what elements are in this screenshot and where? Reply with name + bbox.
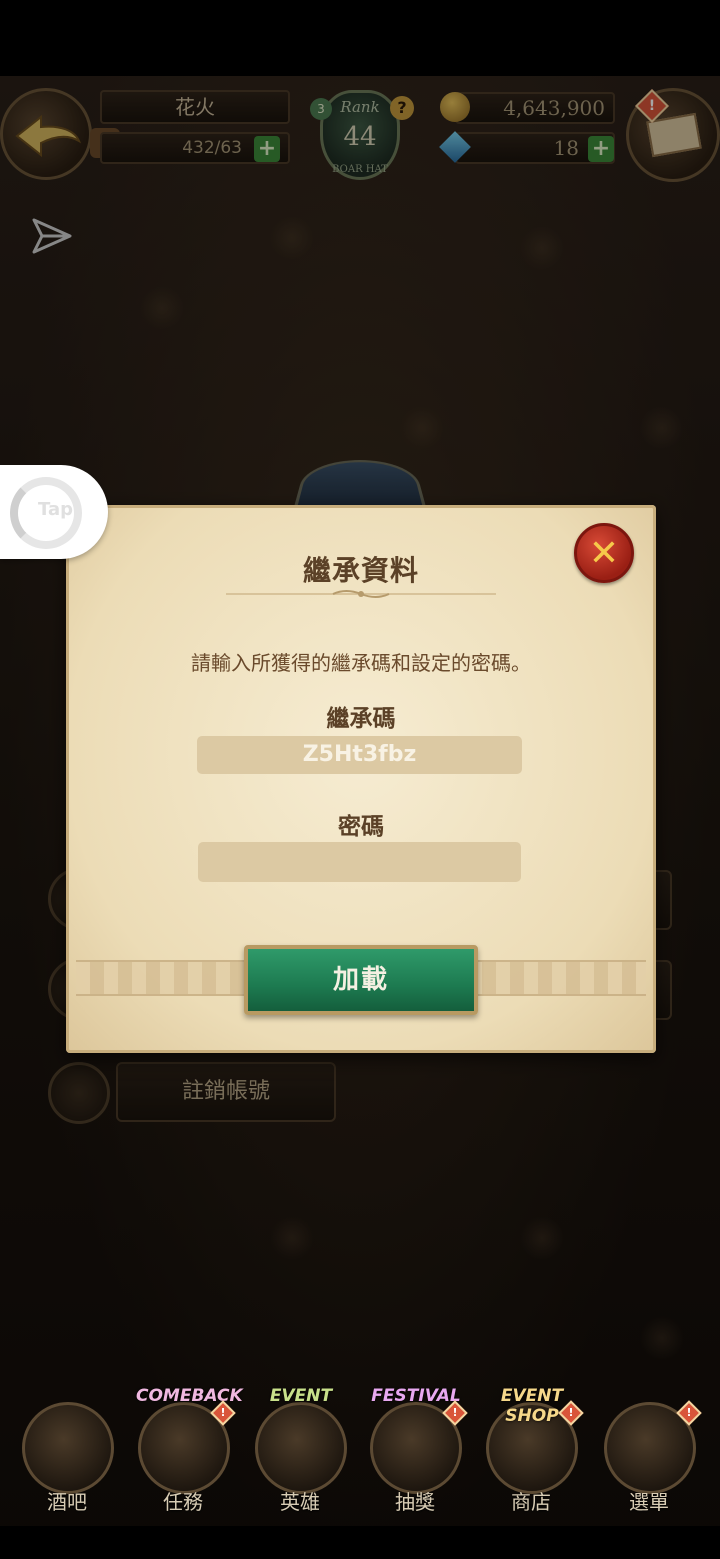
tap-floating-button[interactable]: Tap	[0, 465, 108, 559]
password-label: 密碼	[338, 814, 384, 840]
nav-label: 抽獎	[395, 1490, 435, 1514]
status-bar	[0, 0, 720, 76]
helmet-icon	[255, 1402, 347, 1494]
nav-label: 任務	[163, 1490, 203, 1514]
dialog-title: 繼承資料	[302, 554, 419, 587]
nav-item-heroes[interactable]: EVENT 英雄	[245, 1380, 355, 1520]
divider-ornament-icon	[332, 590, 390, 598]
inherit-code-field[interactable]: Z5Ht3fbz	[197, 736, 522, 774]
nav-item-menu[interactable]: ! 選單	[594, 1380, 704, 1520]
nav-badge: COMEBACK	[136, 1386, 243, 1406]
nav-label: 商店	[511, 1490, 551, 1514]
nav-label: 酒吧	[47, 1490, 87, 1514]
inherit-data-dialog: 繼承資料 ✕ 請輸入所獲得的繼承碼和設定的密碼。 繼承碼 Z5Ht3fbz 密碼…	[66, 505, 656, 1053]
instruction-text: 請輸入所獲得的繼承碼和設定的密碼。	[191, 651, 531, 675]
nav-item-bar[interactable]: 酒吧	[12, 1380, 122, 1520]
nav-item-quests[interactable]: COMEBACK ! 任務	[128, 1380, 243, 1520]
tap-label: Tap	[38, 499, 73, 520]
nav-badge: FESTIVAL	[371, 1386, 461, 1406]
nav-badge: EVENT	[269, 1386, 333, 1406]
nav-item-gacha[interactable]: FESTIVAL ! 抽獎	[360, 1380, 470, 1520]
load-button[interactable]: 加載	[244, 945, 478, 1015]
close-button[interactable]: ✕	[574, 523, 634, 583]
inherit-code-label: 繼承碼	[326, 706, 396, 732]
nav-label: 英雄	[280, 1490, 320, 1514]
close-icon: ✕	[588, 533, 620, 574]
tavern-icon	[22, 1402, 114, 1494]
bottom-navigation: 酒吧 COMEBACK ! 任務 EVENT 英雄 FESTIVAL ! 抽獎 …	[0, 1380, 720, 1525]
system-navigation-bar	[0, 1526, 720, 1559]
nav-label: 選單	[629, 1490, 669, 1514]
password-field[interactable]	[198, 842, 521, 882]
nav-item-shop[interactable]: EVENT SHOP ! 商店	[476, 1380, 586, 1520]
